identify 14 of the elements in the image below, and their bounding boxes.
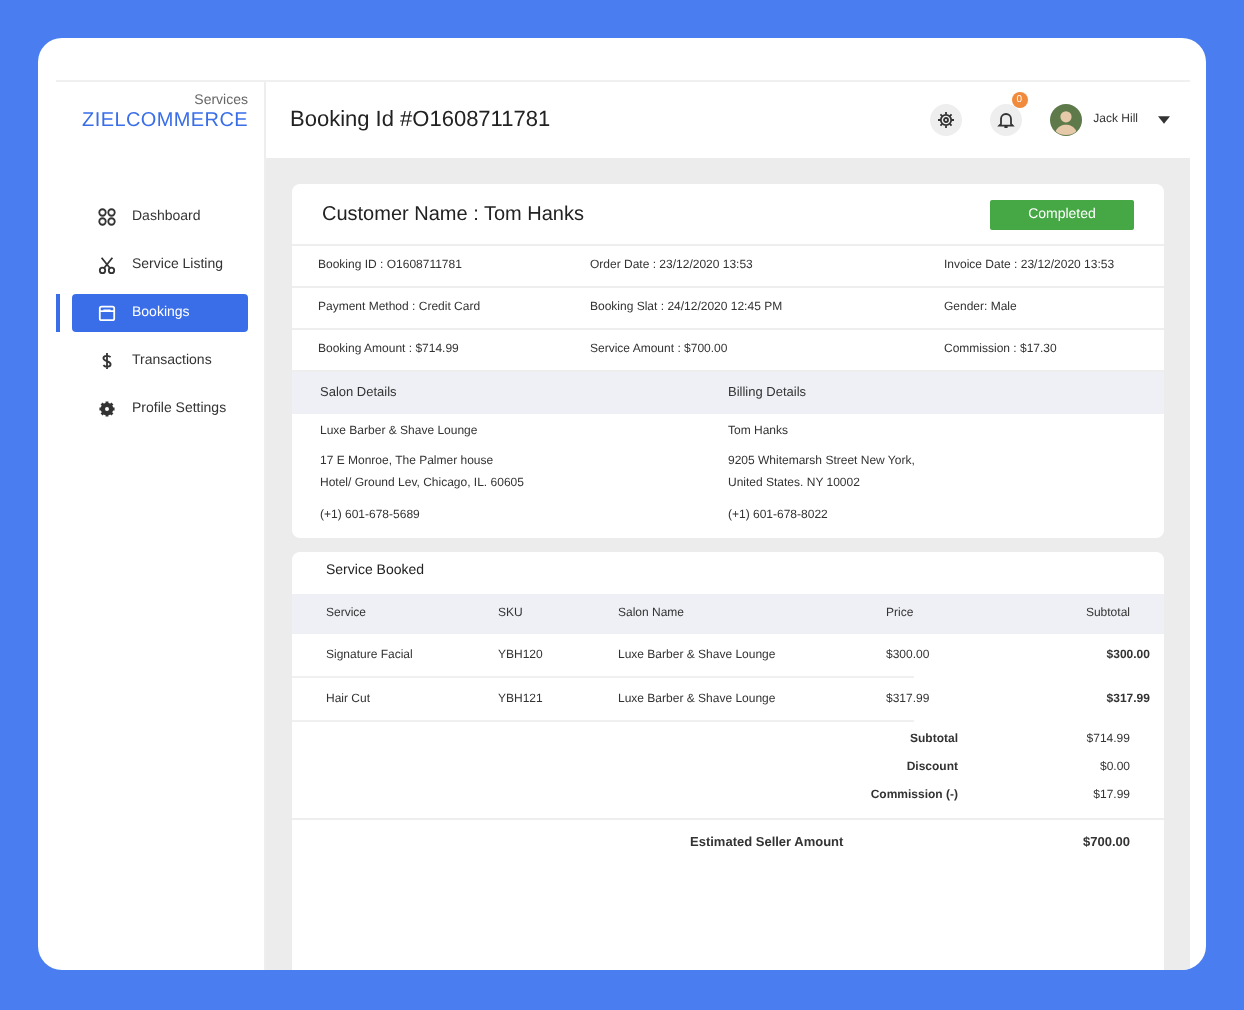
customer-name: Customer Name : Tom Hanks	[322, 203, 584, 225]
settings-icon	[935, 110, 956, 130]
notifications-button[interactable]	[989, 104, 1022, 136]
caret-icon	[1158, 116, 1170, 124]
calendar-icon	[98, 304, 116, 322]
scissors-icon	[98, 256, 116, 274]
avatar-icon	[1049, 104, 1082, 136]
brand-logo: ZIELCOMMERCE	[82, 110, 248, 132]
grid-icon	[98, 208, 116, 226]
bell-icon	[995, 110, 1016, 130]
dollar-icon	[98, 352, 116, 370]
settings-button[interactable]	[929, 104, 962, 136]
page-title: Booking Id #O1608711781	[290, 108, 551, 132]
gear-icon	[98, 400, 116, 418]
